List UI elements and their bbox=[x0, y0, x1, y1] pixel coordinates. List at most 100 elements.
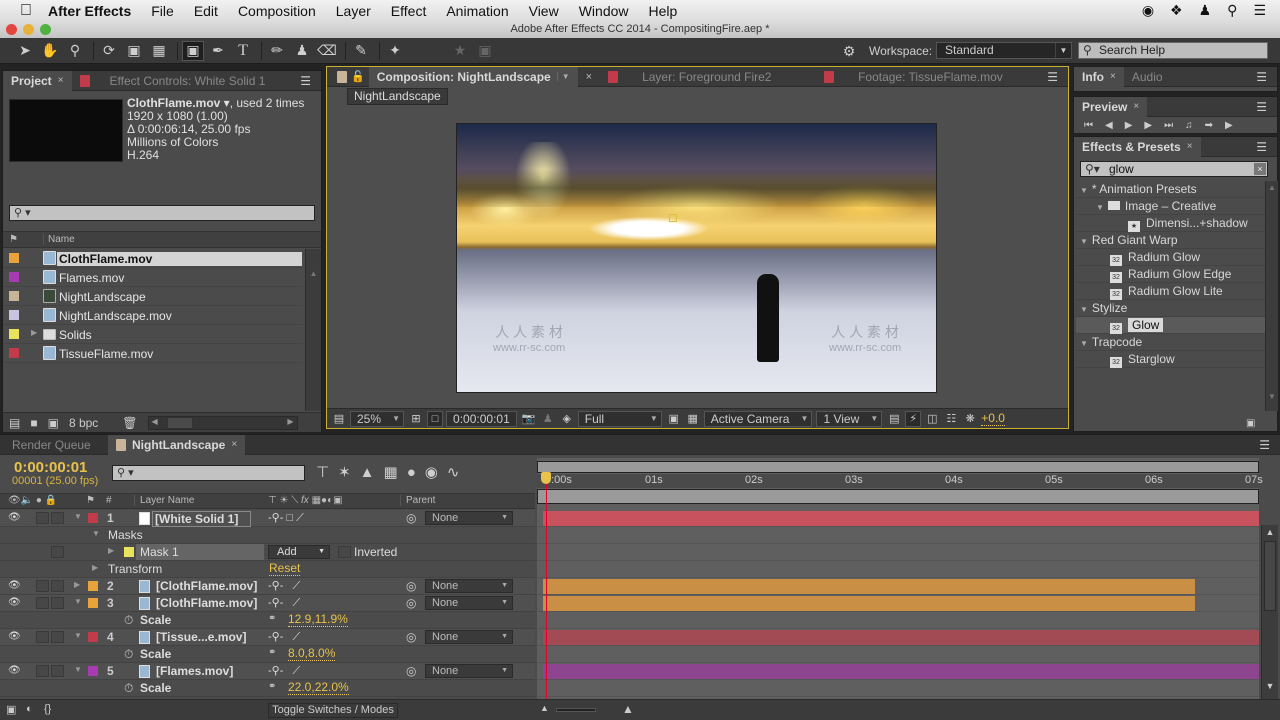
close-tab-icon[interactable]: × bbox=[1133, 101, 1139, 112]
search-help-input[interactable]: ⚲ Search Help bbox=[1078, 42, 1268, 59]
transparency-grid-icon[interactable]: ▦ bbox=[685, 411, 701, 427]
composition-viewer[interactable]: 人 人 素 材 www.rr-sc.com 人 人 素 材 www.rr-sc.… bbox=[456, 123, 937, 393]
effects-item[interactable]: 32 Starglow bbox=[1076, 351, 1266, 368]
expand-triangle-icon[interactable]: ▼ bbox=[74, 512, 82, 521]
property-row[interactable]: ⏱ Scale ⚭ 8.0,8.0% bbox=[0, 646, 535, 663]
panel-menu-icon[interactable]: ☰ bbox=[300, 74, 311, 88]
label-color-chip[interactable] bbox=[88, 581, 98, 591]
layer-row[interactable]: 👁 ▼ 3 [ClothFlame.mov] -⚲- ⟋ ◎ None bbox=[0, 595, 535, 612]
panel-menu-icon[interactable]: ☰ bbox=[1259, 438, 1270, 452]
mask-row[interactable]: ▶ Mask 1 Add ▼ Inverted bbox=[0, 544, 535, 561]
layer-switches[interactable]: -⚲- ⟋ bbox=[268, 596, 300, 610]
layer-switches[interactable]: -⚲- ⟋ bbox=[268, 664, 300, 678]
graph-editor-icon[interactable]: ∿ bbox=[447, 463, 460, 481]
layer-switches[interactable]: -⚲- ⟋ bbox=[268, 579, 300, 593]
scale-value[interactable]: 12.9,11.9% bbox=[288, 613, 348, 627]
zoom-tool-icon[interactable]: ⚲ bbox=[64, 41, 86, 61]
zoom-in-icon[interactable]: ▲ bbox=[622, 702, 634, 716]
workspace-options-icon[interactable]: ⚙ bbox=[838, 41, 860, 61]
lock-icon[interactable]: 🔓 bbox=[351, 70, 365, 83]
pickwhip-icon[interactable]: ◎ bbox=[406, 664, 416, 678]
close-tab-icon[interactable]: × bbox=[1187, 141, 1193, 152]
effects-preset[interactable]: ★ Dimensi...+shadow bbox=[1076, 215, 1266, 232]
inverted-checkbox[interactable] bbox=[338, 546, 351, 558]
effects-category[interactable]: ▼ Red Giant Warp bbox=[1076, 232, 1266, 249]
project-item[interactable]: TissueFlame.mov bbox=[3, 344, 303, 363]
expand-triangle-icon[interactable]: ▼ bbox=[74, 665, 82, 674]
solo-switch[interactable] bbox=[36, 597, 49, 609]
timeline-scrollbar[interactable]: ▲ ▼ bbox=[1261, 525, 1278, 701]
visibility-eye-icon[interactable]: 👁 bbox=[8, 512, 21, 523]
tab-project[interactable]: Project × bbox=[3, 70, 72, 91]
menu-file[interactable]: File bbox=[151, 3, 174, 19]
frame-blending-icon[interactable]: ▦ bbox=[384, 463, 398, 481]
layer-duration-bar[interactable] bbox=[537, 663, 1259, 680]
pen-tool-icon[interactable]: ✒ bbox=[207, 41, 229, 61]
previous-frame-icon[interactable]: ◀ bbox=[1105, 120, 1113, 131]
tab-footage[interactable]: Footage: TissueFlame.mov bbox=[816, 67, 1011, 87]
label-color-chip[interactable] bbox=[88, 598, 98, 608]
effects-search-input[interactable]: ⚲▾ glow × bbox=[1080, 161, 1268, 177]
time-ruler[interactable]: 0:00s 01s 02s 03s 04s 05s 06s 07s bbox=[537, 474, 1263, 488]
effects-category[interactable]: ▼ Trapcode bbox=[1076, 334, 1266, 351]
column-name[interactable]: Name bbox=[43, 234, 75, 245]
expand-triangle-icon[interactable]: ▶ bbox=[108, 546, 114, 555]
loop-icon[interactable]: ➡ bbox=[1205, 120, 1213, 131]
tab-composition[interactable]: Composition: NightLandscape ▼ bbox=[368, 66, 578, 87]
view-layout-select[interactable]: 1 View bbox=[816, 410, 883, 427]
active-camera-select[interactable]: Active Camera bbox=[703, 410, 813, 427]
layer-name[interactable]: [Tissue...e.mov] bbox=[156, 630, 246, 644]
clear-search-icon[interactable]: × bbox=[1254, 163, 1266, 175]
last-frame-icon[interactable]: ⏭ bbox=[1164, 120, 1173, 131]
selection-tool-icon[interactable]: ➤ bbox=[14, 41, 36, 61]
hide-shy-layers-icon[interactable]: ▲ bbox=[360, 464, 375, 481]
parent-select[interactable]: None bbox=[425, 630, 513, 644]
project-scrollbar[interactable]: ▲ bbox=[305, 249, 321, 411]
current-time-display[interactable]: 0:00:00:01 bbox=[14, 459, 87, 476]
layer-name[interactable]: [ClothFlame.mov] bbox=[156, 579, 257, 593]
trash-icon[interactable]: 🗑 bbox=[122, 416, 137, 430]
project-item[interactable]: ▶ Solids bbox=[3, 325, 303, 344]
close-tab-icon[interactable]: × bbox=[231, 439, 237, 450]
reset-exposure-icon[interactable]: ❋ bbox=[962, 411, 978, 427]
menu-effect[interactable]: Effect bbox=[391, 3, 427, 19]
label-tag-icon[interactable]: ⚑ bbox=[9, 234, 18, 245]
layer-duration-bar[interactable] bbox=[537, 629, 1259, 646]
zoom-out-icon[interactable]: ▲ bbox=[540, 703, 549, 713]
layer-duration-bar[interactable] bbox=[537, 578, 1259, 595]
expand-triangle-icon[interactable]: ▼ bbox=[74, 631, 82, 640]
magnification-select[interactable]: 25% bbox=[350, 410, 405, 427]
tab-preview[interactable]: Preview × bbox=[1074, 96, 1148, 117]
layer-row[interactable]: 👁 ▼ 5 [Flames.mov] -⚲- ⟋ ◎ None bbox=[0, 663, 535, 680]
project-hscrollbar[interactable]: ◀ ▶ bbox=[147, 415, 298, 430]
visibility-eye-icon[interactable]: 👁 bbox=[8, 665, 21, 676]
pickwhip-icon[interactable]: ◎ bbox=[406, 630, 416, 644]
lock-switch[interactable] bbox=[51, 597, 64, 609]
project-item[interactable]: ClothFlame.mov bbox=[3, 249, 303, 268]
menu-animation[interactable]: Animation bbox=[446, 3, 508, 19]
reset-transform-link[interactable]: Reset bbox=[269, 562, 301, 576]
layer-row[interactable]: 👁 ▼ 1 [White Solid 1] -⚲- □ ⟋ ◎ None bbox=[0, 510, 535, 527]
motion-blur-icon[interactable]: ● bbox=[407, 464, 416, 481]
pickwhip-icon[interactable]: ◎ bbox=[406, 596, 416, 610]
property-row[interactable]: ⏱ Scale ⚭ 12.9,11.9% bbox=[0, 612, 535, 629]
visibility-eye-icon[interactable]: 👁 bbox=[8, 597, 21, 608]
audio-icon[interactable]: ♫ bbox=[1185, 120, 1193, 131]
tab-effects-presets[interactable]: Effects & Presets × bbox=[1074, 136, 1201, 157]
stopwatch-icon[interactable]: ⏱ bbox=[124, 647, 133, 662]
expand-triangle-icon[interactable]: ▼ bbox=[92, 529, 100, 538]
pan-behind-tool-icon[interactable]: ▦ bbox=[148, 41, 170, 61]
exposure-value[interactable]: +0.0 bbox=[981, 411, 1005, 426]
menu-edit[interactable]: Edit bbox=[194, 3, 218, 19]
time-navigator-bar[interactable] bbox=[537, 461, 1259, 473]
menu-help[interactable]: Help bbox=[649, 3, 678, 19]
layer-row[interactable]: 👁 ▶ 2 [ClothFlame.mov] -⚲- ⟋ ◎ None bbox=[0, 578, 535, 595]
toggle-switches-modes-button[interactable]: Toggle Switches / Modes bbox=[268, 703, 398, 718]
label-color-chip[interactable] bbox=[88, 632, 98, 642]
column-layer-name[interactable]: Layer Name bbox=[134, 495, 194, 506]
solo-switch[interactable] bbox=[36, 665, 49, 677]
hand-tool-icon[interactable]: ✋ bbox=[39, 41, 61, 61]
safe-zones-icon[interactable]: ⊞ bbox=[408, 411, 424, 427]
close-tab-icon[interactable]: × bbox=[58, 75, 64, 86]
stopwatch-icon[interactable]: ⏱ bbox=[124, 613, 133, 628]
